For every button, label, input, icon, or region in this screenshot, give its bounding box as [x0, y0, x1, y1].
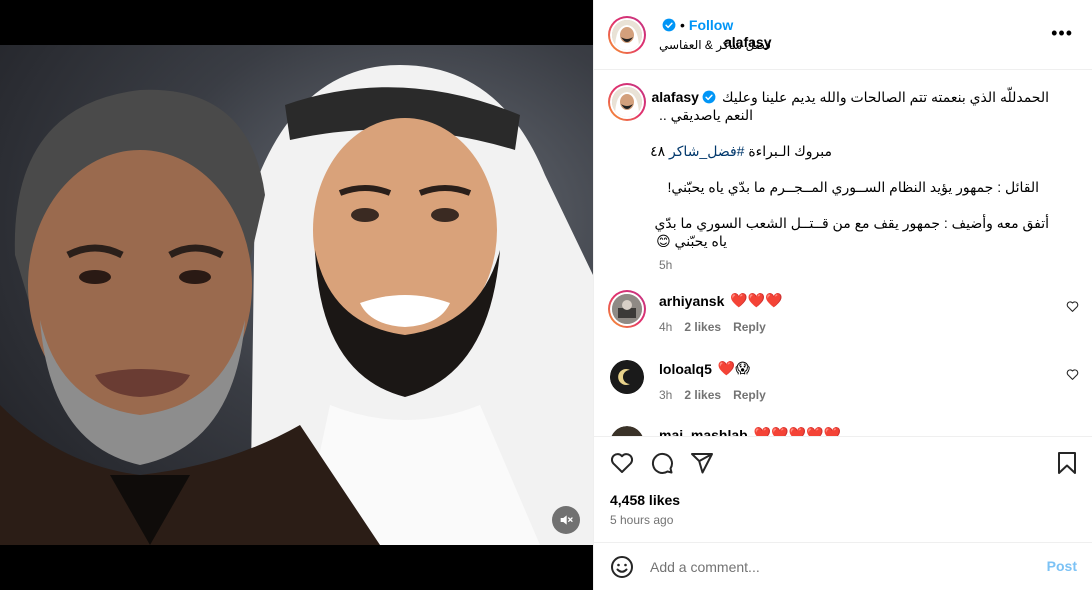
comment-header: loloalq5 ❤️😱 [659, 360, 750, 377]
speaker-muted-icon [560, 515, 573, 525]
caption-line-3-suffix: ٤٨ [650, 143, 670, 159]
caption-line-5: أتفق معه وأضيف : جمهور يقف مع من قــتــل… [654, 215, 1049, 231]
collaborators-label[interactable]: فضل شاكر & العفاسي [659, 38, 771, 52]
post-header: alafasy • Follow فضل شاكر & العفاسي ••• [594, 0, 1092, 70]
separator-dot: • [680, 17, 685, 33]
comment-item: loloalq5 ❤️😱 3h 2 likes Reply [594, 358, 1092, 418]
comment-item: arhiyansk ❤️❤️❤️ 4h 2 likes Reply [594, 290, 1092, 350]
portrait-illustration [0, 65, 593, 545]
commenter-avatar-image [610, 360, 644, 394]
caption-username[interactable]: alafasy [651, 88, 698, 106]
comment-header: mai_mashlab ❤️❤️❤️❤️❤️ [659, 426, 841, 436]
caption-author-avatar[interactable] [608, 83, 646, 121]
share-paper-plane-icon[interactable] [690, 451, 714, 475]
comments-scroll-area[interactable]: alafasy الحمدللّه الذي بنعمته تتم الصالح… [594, 71, 1092, 436]
comment-meta: 4h 2 likes Reply [659, 320, 766, 334]
like-comment-heart-icon[interactable] [1066, 300, 1079, 313]
follow-button[interactable]: Follow [689, 17, 733, 33]
mute-button[interactable] [552, 506, 580, 534]
reply-button[interactable]: Reply [733, 320, 766, 334]
caption-time: 5h [659, 258, 673, 272]
header-title-row: alafasy • Follow [659, 17, 771, 50]
caption-line-4: القائل : جمهور يؤيد النظام الســوري المـ… [667, 179, 1039, 195]
comment-composer: Post [594, 542, 1092, 590]
post-comment-button[interactable]: Post [1047, 558, 1077, 574]
caption-avatar-image [612, 87, 642, 117]
verified-badge-icon [662, 18, 676, 32]
reply-button[interactable]: Reply [733, 388, 766, 402]
caption-line-3-prefix: مبروك الـبراءة [744, 143, 832, 159]
comment-input[interactable] [650, 556, 1030, 578]
likes-count[interactable]: 4,458 likes [610, 492, 680, 508]
comment-time[interactable]: 3h [659, 388, 672, 402]
caption-verified-icon [702, 90, 716, 104]
commenter-avatar[interactable] [610, 360, 644, 394]
post-timestamp[interactable]: 5 hours ago [610, 513, 673, 527]
comment-likes[interactable]: 2 likes [684, 388, 721, 402]
save-bookmark-icon[interactable] [1056, 451, 1078, 475]
comment-text: ❤️❤️❤️❤️❤️ [753, 426, 841, 436]
commenter-avatar[interactable] [610, 426, 644, 436]
comment-meta: 3h 2 likes Reply [659, 388, 766, 402]
comment-header: arhiyansk ❤️❤️❤️ [659, 292, 783, 309]
more-options-icon[interactable]: ••• [1051, 24, 1073, 42]
comment-text: ❤️😱 [717, 360, 750, 376]
comment-item: mai_mashlab ❤️❤️❤️❤️❤️ [594, 424, 1092, 436]
like-comment-heart-icon[interactable] [1066, 368, 1079, 381]
caption-line-2: النعم ياصديقي .. [659, 107, 754, 123]
emoji-icon[interactable] [610, 555, 634, 579]
commenter-username[interactable]: arhiyansk [659, 293, 724, 309]
comment-text: ❤️❤️❤️ [730, 292, 783, 308]
comment-bubble-icon[interactable] [650, 451, 674, 475]
hashtag-link[interactable]: #فضل_شاكر [669, 143, 744, 159]
instagram-post-view: alafasy • Follow فضل شاكر & العفاسي ••• [0, 0, 1092, 590]
caption-line-3: مبروك الـبراءة #فضل_شاكر ٤٨ [650, 142, 832, 160]
post-photo[interactable] [0, 45, 593, 545]
comment-time[interactable]: 4h [659, 320, 672, 334]
commenter-username[interactable]: mai_mashlab [659, 427, 748, 437]
like-heart-icon[interactable] [610, 451, 634, 475]
caption-line-6: ياه يحبّني 😊 [656, 233, 727, 249]
author-avatar[interactable] [608, 16, 646, 54]
author-avatar-image [612, 20, 642, 50]
caption-line-1: الحمدللّه الذي بنعمته تتم الصالحات والله… [721, 89, 1049, 105]
commenter-avatar-image [612, 294, 642, 324]
comment-likes[interactable]: 2 likes [684, 320, 721, 334]
post-actions: 4,458 likes 5 hours ago [594, 436, 1092, 542]
post-sidebar: alafasy • Follow فضل شاكر & العفاسي ••• [593, 0, 1092, 590]
post-media [0, 0, 593, 590]
commenter-avatar[interactable] [608, 290, 646, 328]
caption-text: alafasy الحمدللّه الذي بنعمته تتم الصالح… [650, 88, 1049, 274]
commenter-username[interactable]: loloalq5 [659, 361, 712, 377]
